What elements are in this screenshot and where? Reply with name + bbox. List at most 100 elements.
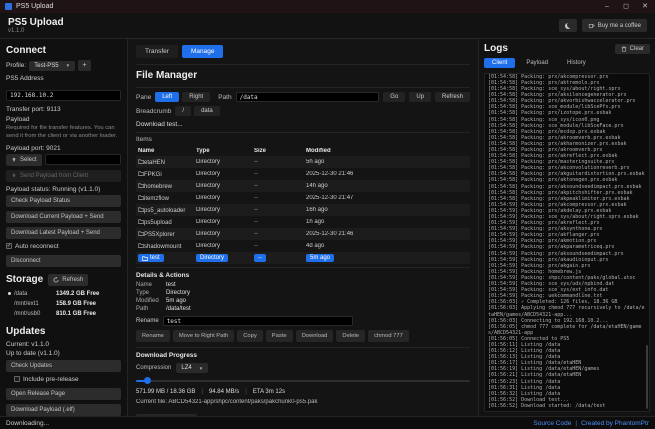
breadcrumb-item[interactable]: / <box>175 106 191 116</box>
clear-logs-button[interactable]: Clear <box>615 44 650 54</box>
table-row[interactable]: ps5uploadDirectory--1h ago <box>136 216 470 228</box>
log-entry: [01:56:52] Download started: /data/test <box>488 403 645 409</box>
add-profile-button[interactable]: + <box>78 60 91 71</box>
check-payload-button[interactable]: Check Payload Status <box>6 195 121 207</box>
download-latest-payload-button[interactable]: Download Latest Payload + Send <box>6 227 121 239</box>
cell-text: Directory <box>196 219 220 225</box>
go-button[interactable]: Go <box>383 92 405 102</box>
theme-toggle-button[interactable] <box>559 19 577 32</box>
profile-select[interactable]: Test-PS5 ▼ <box>29 61 75 71</box>
cell-type: Directory <box>196 183 254 189</box>
rename-input[interactable] <box>163 316 353 326</box>
log-output[interactable]: [01:54:58] Packing: prx/akexpander.prx.e… <box>484 73 650 412</box>
storage-path: /data <box>14 291 56 297</box>
copy-button[interactable]: Copy <box>237 330 263 342</box>
table-row[interactable]: shadowmountDirectory--4d ago <box>136 240 470 252</box>
payload-file-input[interactable] <box>45 154 121 165</box>
breadcrumb-item[interactable]: data <box>194 106 220 116</box>
cell-type: Directory <box>196 254 254 262</box>
selected-cell-chip: -- <box>254 254 266 262</box>
refresh-icon <box>53 277 59 283</box>
log-scrollbar[interactable] <box>646 345 648 409</box>
storage-free: 158.9 GB Free <box>56 301 96 307</box>
up-button[interactable]: Up <box>409 92 431 102</box>
cell-name: test <box>138 254 196 262</box>
cell-text: shadowmount <box>144 244 181 250</box>
table-row[interactable]: etaHENDirectory--5h ago <box>136 156 470 168</box>
storage-item[interactable]: /mnt/ext1158.9 GB Free <box>6 299 121 309</box>
download-payload-elf-button[interactable]: Download Payload (.elf) <box>6 404 121 416</box>
page-title: PS5 Upload <box>8 17 64 28</box>
tab-transfer[interactable]: Transfer <box>136 45 178 58</box>
table-row[interactable]: FPKGiDirectory--2025-12-30 21:46 <box>136 168 470 180</box>
download-button[interactable]: Download <box>296 330 334 342</box>
path-input[interactable] <box>236 92 380 102</box>
cell-modified: 2025-12-30 21:46 <box>306 231 468 237</box>
download-current-payload-button[interactable]: Download Current Payload + Send <box>6 211 121 223</box>
move-to-right-path-button[interactable]: Move to Right Path <box>173 330 234 342</box>
pane-left-button[interactable]: Left <box>155 92 179 102</box>
paste-button[interactable]: Paste <box>266 330 293 342</box>
cell-name: etaHEN <box>138 159 196 166</box>
refresh-pane-button[interactable]: Refresh <box>435 92 470 102</box>
refresh-storage-button[interactable]: Refresh <box>48 274 88 286</box>
storage-item[interactable]: /data1349.2 GB Free <box>6 289 121 299</box>
window-title: PS5 Upload <box>16 3 53 10</box>
progress-knob[interactable] <box>144 377 151 384</box>
tab-manage[interactable]: Manage <box>182 45 224 58</box>
table-row[interactable]: PS5XplorerDirectory--2025-12-30 21:46 <box>136 228 470 240</box>
buy-coffee-button[interactable]: Buy me a coffee <box>582 19 647 32</box>
table-row[interactable]: itemzflowDirectory--2025-12-30 21:47 <box>136 192 470 204</box>
close-icon[interactable]: ✕ <box>640 0 650 13</box>
cell-text: PS5Xplorer <box>144 232 175 238</box>
app-version: v1.1.0 <box>8 28 64 34</box>
auto-reconnect-checkbox[interactable]: Auto reconnect <box>6 243 121 250</box>
table-row[interactable]: testDirectory--5m ago <box>136 252 470 264</box>
chmod-777-button[interactable]: chmod 777 <box>368 330 409 342</box>
details-section: Details & Actions NametestTypeDirectoryM… <box>136 267 470 342</box>
log-tab-client[interactable]: Client <box>484 58 515 68</box>
table-row[interactable]: homebrewDirectory--14h ago <box>136 180 470 192</box>
log-tab-history[interactable]: History <box>559 58 594 68</box>
download-progress-title: Download Progress <box>136 352 470 359</box>
log-tab-payload[interactable]: Payload <box>518 58 556 68</box>
minimize-icon[interactable]: – <box>602 0 612 13</box>
app-icon <box>5 3 12 10</box>
delete-button[interactable]: Delete <box>336 330 365 342</box>
stats-separator: | <box>245 389 247 395</box>
sidebar: Connect Profile: Test-PS5 ▼ + PS5 Addres… <box>0 39 128 416</box>
include-prerelease-checkbox[interactable]: Include pre-release <box>14 376 121 383</box>
rename-button[interactable]: Rename <box>136 330 170 342</box>
cell-type: Directory <box>196 207 254 213</box>
maximize-icon[interactable]: ◻ <box>621 0 631 13</box>
cell-text: Directory <box>196 195 220 201</box>
transfer-port-text: Transfer port: 9113 <box>6 106 121 113</box>
compression-select[interactable]: LZ4 ▼ <box>176 363 208 373</box>
compression-label: Compression <box>136 365 171 371</box>
cell-text: Directory <box>196 231 220 237</box>
send-payload-button[interactable]: Send Payload from Client <box>6 170 121 182</box>
disconnect-button[interactable]: Disconnect <box>6 255 121 267</box>
storage-item[interactable]: /mnt/usb0810.1 GB Free <box>6 309 121 319</box>
payload-hint: Required for file transfer features. You… <box>6 125 121 141</box>
pane-right-button[interactable]: Right <box>182 92 210 102</box>
open-release-page-button[interactable]: Open Release Page <box>6 388 121 400</box>
path-label: Path <box>218 94 231 101</box>
select-payload-button[interactable]: Select <box>6 154 42 166</box>
address-label: PS5 Address <box>6 75 121 82</box>
items-section: Items NameTypeSizeModified etaHENDirecto… <box>136 132 470 264</box>
credit-link[interactable]: Created by PhantomPtr <box>581 420 649 427</box>
cell-text: test <box>150 255 160 261</box>
upload-icon <box>11 157 17 163</box>
titlebar: PS5 Upload – ◻ ✕ <box>0 0 655 13</box>
app-window: PS5 Upload – ◻ ✕ PS5 Upload v1.1.0 Buy m… <box>0 0 655 429</box>
table-row[interactable]: ps5_autoloaderDirectory--16h ago <box>136 204 470 216</box>
address-input[interactable] <box>6 90 121 101</box>
status-bar: Downloading... Source Code | Created by … <box>0 416 655 429</box>
chevron-down-icon: ▼ <box>199 366 203 371</box>
refresh-storage-label: Refresh <box>62 277 83 283</box>
column-header-type: Type <box>196 148 254 154</box>
source-code-link[interactable]: Source Code <box>533 420 571 427</box>
check-updates-button[interactable]: Check Updates <box>6 360 121 372</box>
detail-value-type: Directory <box>166 290 470 296</box>
